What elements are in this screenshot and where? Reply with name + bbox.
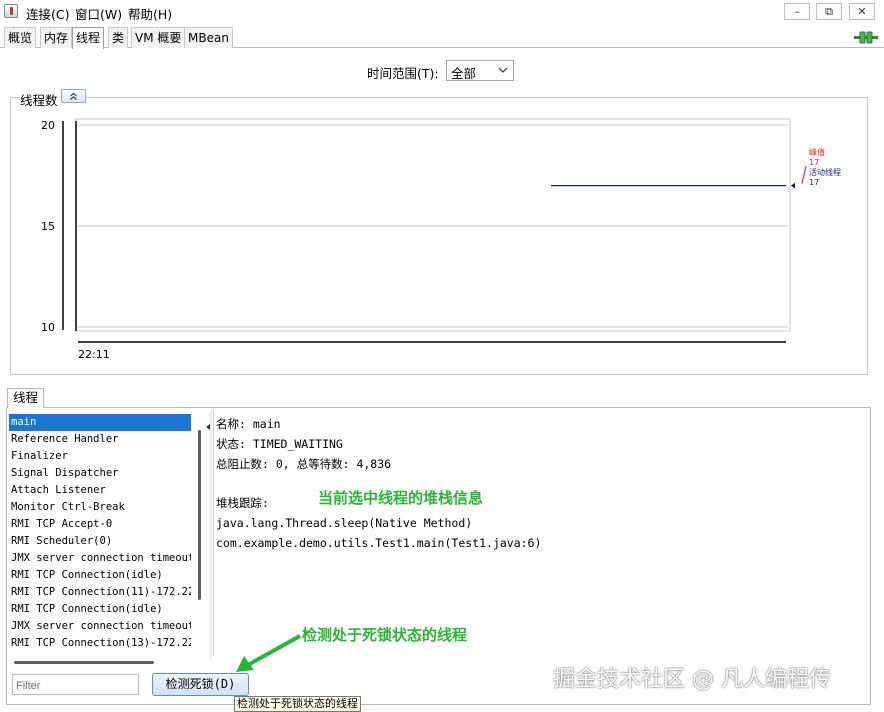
thread-list-item[interactable]: JMX server connection timeout [9, 618, 191, 635]
thread-list-item[interactable]: Reference Handler [9, 431, 191, 448]
detect-deadlock-tooltip: 检测处于死锁状态的线程 [234, 696, 361, 712]
thread-list-item[interactable]: main [9, 414, 191, 431]
threads-section-tab[interactable]: 线程 [7, 388, 45, 408]
thread-list-item[interactable]: RMI Scheduler(0) [9, 533, 191, 550]
stack-trace-label: 堆栈跟踪: [216, 496, 269, 510]
thread-list-item[interactable]: Monitor Ctrl-Break [9, 499, 191, 516]
annotation-arrow-icon [236, 634, 301, 672]
thread-list-item[interactable]: RMI TCP Connection(13)-172.22. [9, 635, 191, 652]
legend-series-value: 17 [809, 158, 819, 167]
thread-list-item[interactable]: RMI TCP Accept-0 [9, 516, 191, 533]
thread-list-item[interactable]: RMI TCP Connection(idle) [9, 601, 191, 618]
stack-frame: com.example.demo.utils.Test1.main(Test1.… [216, 536, 542, 550]
thread-list-horizontal-scrollbar[interactable] [14, 661, 154, 664]
split-pane-divider[interactable] [209, 410, 212, 660]
thread-list[interactable]: main Reference Handler Finalizer Signal Dis… [9, 414, 191, 652]
plot-area [75, 118, 791, 332]
stack-frame: java.lang.Thread.sleep(Native Method) [216, 516, 473, 530]
y-tick-label: 10 [41, 321, 55, 334]
y-tick-label: 20 [41, 119, 55, 132]
x-tick-label: 22:11 [78, 348, 110, 361]
thread-filter-input[interactable] [12, 674, 139, 695]
thread-state: 状态: TIMED_WAITING [216, 437, 343, 451]
thread-list-item[interactable]: RMI TCP Connection(11)-172.22. [9, 584, 191, 601]
y-tick-label: 15 [41, 220, 55, 233]
legend-series-value: 17 [809, 178, 819, 187]
series-marker-active-threads [791, 182, 795, 189]
stack-info-annotation: 当前选中线程的堆栈信息 [318, 489, 484, 507]
thread-list-item[interactable]: Signal Dispatcher [9, 465, 191, 482]
legend-series-name: 活动线程 [809, 167, 841, 177]
thread-list-vertical-scrollbar[interactable] [198, 430, 201, 600]
thread-list-item[interactable]: Attach Listener [9, 482, 191, 499]
thread-list-item[interactable]: JMX server connection timeout [9, 550, 191, 567]
legend-connector-peak [801, 165, 807, 184]
thread-name: 名称: main [216, 417, 281, 431]
thread-block-wait-counts: 总阻止数: 0, 总等待数: 4,836 [216, 457, 392, 471]
thread-list-item[interactable]: RMI TCP Connection(idle) [9, 567, 191, 584]
thread-list-item[interactable]: Finalizer [9, 448, 191, 465]
legend-series-name: 峰值 [809, 147, 825, 157]
collapse-left-arrow-icon[interactable] [206, 424, 210, 430]
deadlock-annotation: 检测处于死锁状态的线程 [302, 626, 468, 644]
thread-count-chart: 20151022:11峰值17活动线程17 [41, 118, 841, 361]
watermark: 掘金技术社区 @ 凡人编程传 [553, 667, 831, 692]
